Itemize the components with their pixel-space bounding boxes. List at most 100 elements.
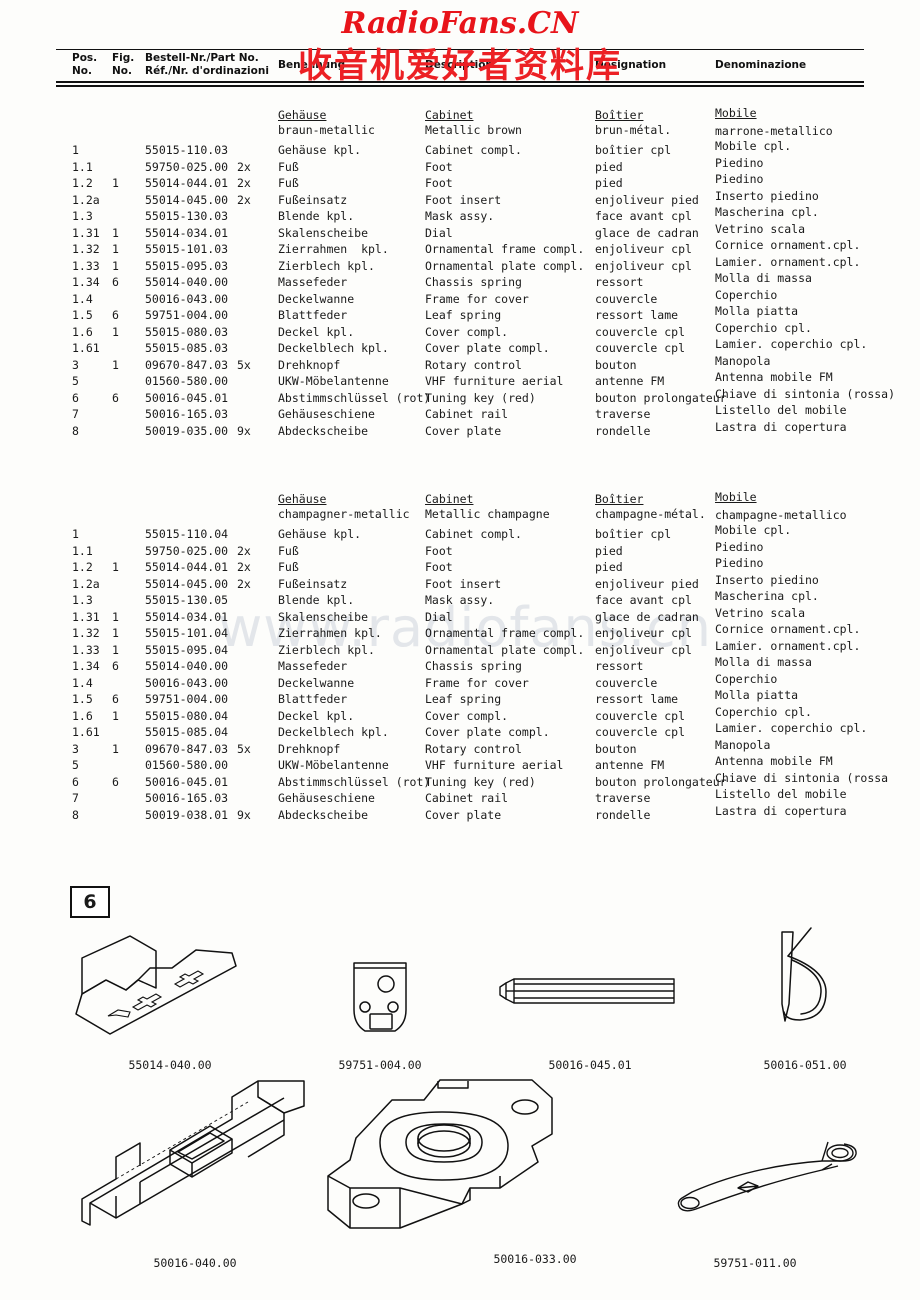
- cell-de: Deckelwanne: [278, 675, 355, 690]
- cell-de: Abdeckscheibe: [278, 423, 369, 438]
- cell-fr: enjoliveur cpl: [595, 258, 692, 273]
- cell-de: Fuß: [278, 159, 299, 174]
- cell-pos: 3: [72, 741, 79, 756]
- cell-fig: 1: [112, 741, 119, 756]
- cell-fig: 1: [112, 357, 119, 372]
- cell-fig: 6: [112, 774, 119, 789]
- cell-part: 55015-101.04: [145, 626, 229, 640]
- cell-part: 55014-045.00: [145, 192, 229, 207]
- cell-it: Coperchio cpl.: [715, 320, 812, 335]
- cell-fr: enjoliveur cpl: [595, 626, 692, 640]
- cell-en: Cabinet compl.: [425, 143, 522, 157]
- cell-en: Tuning key (red): [425, 390, 536, 405]
- cell-it: Lastra di copertura: [715, 803, 847, 818]
- cell-en: Foot: [425, 560, 453, 574]
- cell-de: Massefeder: [278, 659, 348, 673]
- cell-it: Coperchio: [715, 671, 778, 686]
- cell-de: Deckelblech kpl.: [278, 341, 389, 355]
- cell-it: Lamier. ornament.cpl.: [715, 254, 861, 269]
- radiofans-logo: RadioFans.CN: [341, 6, 579, 41]
- cell-fr: couvercle cpl: [595, 324, 686, 339]
- cell-part: 55015-085.03: [145, 341, 229, 355]
- cell-part: 55015-110.04: [145, 527, 229, 541]
- cell-pos: 1.33: [72, 258, 100, 273]
- cell-fr: bouton: [595, 357, 637, 372]
- cell-de: Blende kpl.: [278, 593, 355, 607]
- header-pos: Pos. No.: [72, 52, 98, 77]
- cell-qty: 2x: [237, 576, 251, 591]
- cell-fr: boîtier cpl: [595, 527, 672, 541]
- cell-de: Gehäuse kpl.: [278, 143, 362, 157]
- cell-fr: ressort: [595, 659, 644, 673]
- cell-it: Mascherina cpl.: [715, 205, 819, 219]
- cell-part: 01560-580.00: [145, 758, 229, 772]
- cell-it: Molla piatta: [715, 688, 799, 702]
- cell-de: Abdeckscheibe: [278, 807, 369, 822]
- group-title-en: Cabinet Metallic brown: [425, 108, 522, 137]
- cell-de: Fuß: [278, 543, 299, 558]
- cell-fr: rondelle: [595, 423, 651, 438]
- cell-de: Gehäuseschiene: [278, 407, 375, 421]
- cell-part: 55014-044.01: [145, 560, 229, 574]
- cell-de: Blattfeder: [278, 308, 348, 322]
- cell-fr: couvercle cpl: [595, 725, 686, 739]
- cell-en: Cover plate compl.: [425, 725, 550, 739]
- cell-fig: 1: [112, 225, 119, 240]
- cell-fig: 6: [112, 275, 119, 289]
- cell-qty: 2x: [237, 560, 251, 574]
- cell-de: Deckel kpl.: [278, 324, 355, 339]
- cell-fr: ressort lame: [595, 308, 679, 322]
- cell-part: 55015-101.03: [145, 242, 229, 256]
- cell-fr: enjoliveur pied: [595, 576, 699, 591]
- cell-it: Piedino: [715, 155, 764, 170]
- cell-en: Cover compl.: [425, 324, 509, 339]
- cell-fig: 1: [112, 609, 119, 624]
- figure-label: 55014-040.00: [128, 1058, 212, 1072]
- cell-pos: 1.4: [72, 675, 93, 690]
- group-title-it: Mobile marrone-metallico: [715, 106, 833, 138]
- cell-part: 55014-045.00: [145, 576, 229, 591]
- header-fig: Fig. No.: [112, 52, 135, 77]
- cell-de: Deckel kpl.: [278, 708, 355, 723]
- clip-drawing: [768, 926, 848, 1041]
- cell-de: Skalenscheibe: [278, 609, 369, 624]
- cell-part: 55015-130.03: [145, 209, 229, 223]
- cell-en: Cabinet compl.: [425, 527, 522, 541]
- group-title-fr: Boîtier champagne-métal.: [595, 492, 706, 521]
- cell-part: 50016-165.03: [145, 791, 229, 805]
- cell-it: Coperchio cpl.: [715, 704, 812, 719]
- cell-en: Mask assy.: [425, 209, 495, 223]
- foot-plate-drawing: [320, 1076, 610, 1241]
- cell-pos: 1.61: [72, 341, 100, 355]
- cell-fr: couvercle cpl: [595, 708, 686, 723]
- cell-it: Cornice ornament.cpl.: [715, 622, 861, 636]
- header-denominazione: Denominazione: [715, 59, 807, 71]
- cell-fr: traverse: [595, 407, 651, 421]
- cell-fig: 1: [112, 176, 119, 190]
- table-row: 1.34 6 55014-040.00 Massefeder Chassis sprin…: [0, 655, 920, 675]
- cell-de: Gehäuse kpl.: [278, 527, 362, 541]
- cell-fr: face avant cpl: [595, 593, 692, 607]
- cell-qty: 9x: [237, 423, 251, 438]
- cell-pos: 1: [72, 527, 79, 541]
- leaf-spring-drawing: [345, 958, 415, 1053]
- cell-pos: 1.31: [72, 609, 100, 624]
- cabinet-rail-drawing: [72, 1078, 332, 1233]
- cell-de: Fußeinsatz: [278, 576, 348, 591]
- figure-label: 50016-040.00: [153, 1256, 237, 1270]
- cell-fr: glace de cadran: [595, 609, 699, 624]
- cell-part: 55015-130.05: [145, 593, 229, 607]
- cell-fr: pied: [595, 176, 623, 190]
- cell-part: 55014-044.01: [145, 176, 229, 190]
- cell-fr: couvercle: [595, 675, 658, 690]
- cell-it: Lamier. coperchio cpl.: [715, 721, 868, 735]
- cell-it: Listello del mobile: [715, 787, 847, 801]
- cell-pos: 1.31: [72, 225, 100, 240]
- cell-en: Cabinet rail: [425, 407, 509, 421]
- cell-fr: traverse: [595, 791, 651, 805]
- cell-part: 55015-080.03: [145, 324, 229, 339]
- cell-pos: 5: [72, 758, 79, 772]
- cell-fig: 6: [112, 659, 119, 673]
- cell-qty: 5x: [237, 741, 251, 756]
- cell-it: Piedino: [715, 539, 764, 554]
